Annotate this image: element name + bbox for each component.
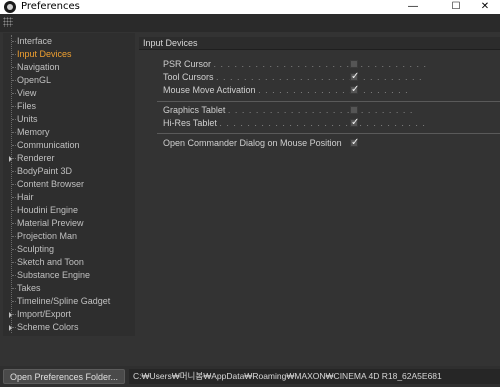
footer-bar: Open Preferences Folder... C:₩Users₩머니봄₩…: [0, 366, 500, 387]
sidebar-item-scheme-colors[interactable]: Scheme Colors: [3, 321, 135, 334]
preferences-category-tree: Interface Input Devices Navigation OpenGL Vi…: [3, 33, 135, 336]
sidebar-item-label: Interface: [17, 36, 53, 46]
panel-title: Input Devices: [139, 37, 500, 50]
sidebar-item-interface[interactable]: Interface: [3, 35, 135, 48]
sidebar-item-label: View: [17, 88, 37, 98]
sidebar-item-label: OpenGL: [17, 75, 52, 85]
option-label: Mouse Move Activation: [163, 85, 256, 95]
sidebar-item-label: Renderer: [17, 153, 55, 163]
sidebar-item-files[interactable]: Files: [3, 100, 135, 113]
sidebar-item-label: BodyPaint 3D: [17, 166, 73, 176]
preferences-path-field[interactable]: C:₩Users₩머니봄₩AppData₩Roaming₩MAXON₩CINEM…: [129, 369, 500, 384]
title-bar: Preferences — ☐ ✕: [0, 0, 500, 14]
sidebar-item-label: Sculpting: [17, 244, 55, 254]
expand-arrow-icon[interactable]: [9, 312, 12, 318]
sidebar-item-label: Substance Engine: [17, 270, 91, 280]
sidebar-item-memory[interactable]: Memory: [3, 126, 135, 139]
grip-handle-icon[interactable]: [3, 17, 13, 27]
sidebar-item-material-preview[interactable]: Material Preview: [3, 217, 135, 230]
toolbar-strip: [0, 14, 500, 32]
sidebar-item-label: Scheme Colors: [17, 322, 79, 332]
leader-dots: . . . . . . . . . . . . . . . . . . . . …: [227, 105, 414, 115]
sidebar-item-label: Units: [17, 114, 38, 124]
sidebar-item-sculpting[interactable]: Sculpting: [3, 243, 135, 256]
sidebar-item-projection-man[interactable]: Projection Man: [3, 230, 135, 243]
sidebar-item-label: Communication: [17, 140, 80, 150]
open-commander-checkbox[interactable]: [350, 139, 359, 147]
sidebar-item-sketch-and-toon[interactable]: Sketch and Toon: [3, 256, 135, 269]
window-title: Preferences: [21, 1, 80, 12]
sidebar-item-timeline-spline-gadget[interactable]: Timeline/Spline Gadget: [3, 295, 135, 308]
sidebar-item-label: Navigation: [17, 62, 60, 72]
sidebar-item-label: Material Preview: [17, 218, 84, 228]
sidebar-item-takes[interactable]: Takes: [3, 282, 135, 295]
hi-res-tablet-checkbox[interactable]: [350, 119, 359, 127]
expand-arrow-icon[interactable]: [9, 156, 12, 162]
settings-panel: Input Devices PSR Cursor . . . . . . . .…: [139, 33, 500, 336]
psr-cursor-checkbox[interactable]: [350, 60, 358, 68]
option-label: Hi-Res Tablet: [163, 118, 217, 128]
sidebar-item-label: Timeline/Spline Gadget: [17, 296, 111, 306]
option-row-tool-cursors: Tool Cursors . . . . . . . . . . . . . .…: [139, 71, 500, 84]
sidebar-item-units[interactable]: Units: [3, 113, 135, 126]
option-row-open-commander: Open Commander Dialog on Mouse Position: [139, 137, 500, 150]
cinema4d-app-icon: [4, 1, 16, 13]
close-button[interactable]: ✕: [470, 0, 500, 14]
sidebar-item-label: Content Browser: [17, 179, 85, 189]
option-row-hi-res-tablet: Hi-Res Tablet . . . . . . . . . . . . . …: [139, 117, 500, 130]
sidebar-item-label: Files: [17, 101, 37, 111]
sidebar-item-label: Takes: [17, 283, 41, 293]
sidebar-item-navigation[interactable]: Navigation: [3, 61, 135, 74]
sidebar-item-hair[interactable]: Hair: [3, 191, 135, 204]
sidebar-item-input-devices[interactable]: Input Devices: [3, 48, 135, 61]
option-label: Tool Cursors: [163, 72, 214, 82]
sidebar-item-opengl[interactable]: OpenGL: [3, 74, 135, 87]
leader-dots: . . . . . . . . . . . . . . . . . . . . …: [216, 72, 423, 82]
option-label: PSR Cursor: [163, 59, 212, 69]
sidebar-item-substance-engine[interactable]: Substance Engine: [3, 269, 135, 282]
sidebar-item-label: Import/Export: [17, 309, 72, 319]
expand-arrow-icon[interactable]: [9, 325, 12, 331]
option-label: Graphics Tablet: [163, 105, 226, 115]
sidebar-item-label: Hair: [17, 192, 34, 202]
sidebar-item-label: Sketch and Toon: [17, 257, 84, 267]
sidebar-item-view[interactable]: View: [3, 87, 135, 100]
sidebar-item-label: Houdini Engine: [17, 205, 79, 215]
sidebar-item-renderer[interactable]: Renderer: [3, 152, 135, 165]
sidebar-item-content-browser[interactable]: Content Browser: [3, 178, 135, 191]
leader-dots: . . . . . . . . . . . . . . . . . . . . …: [258, 85, 409, 95]
sidebar-item-houdini-engine[interactable]: Houdini Engine: [3, 204, 135, 217]
tool-cursors-checkbox[interactable]: [350, 73, 359, 81]
leader-dots: . . . . . . . . . . . . . . . . . . . . …: [213, 59, 428, 69]
open-preferences-folder-button[interactable]: Open Preferences Folder...: [3, 369, 125, 384]
sidebar-item-import-export[interactable]: Import/Export: [3, 308, 135, 321]
mouse-move-activation-checkbox[interactable]: [350, 86, 359, 94]
sidebar-item-communication[interactable]: Communication: [3, 139, 135, 152]
sidebar-item-bodypaint-3d[interactable]: BodyPaint 3D: [3, 165, 135, 178]
sidebar-item-label: Projection Man: [17, 231, 78, 241]
graphics-tablet-checkbox[interactable]: [350, 106, 358, 114]
option-row-mouse-move-activation: Mouse Move Activation . . . . . . . . . …: [139, 84, 500, 97]
option-row-graphics-tablet: Graphics Tablet . . . . . . . . . . . . …: [139, 104, 500, 117]
sidebar-item-label: Input Devices: [17, 49, 72, 59]
section-divider: [157, 133, 500, 134]
option-row-psr-cursor: PSR Cursor . . . . . . . . . . . . . . .…: [139, 58, 500, 71]
leader-dots: . . . . . . . . . . . . . . . . . . . . …: [219, 118, 426, 128]
maximize-button[interactable]: ☐: [441, 0, 471, 14]
section-divider: [157, 101, 500, 102]
option-label: Open Commander Dialog on Mouse Position: [163, 138, 342, 148]
minimize-button[interactable]: —: [398, 0, 428, 14]
sidebar-item-label: Memory: [17, 127, 50, 137]
